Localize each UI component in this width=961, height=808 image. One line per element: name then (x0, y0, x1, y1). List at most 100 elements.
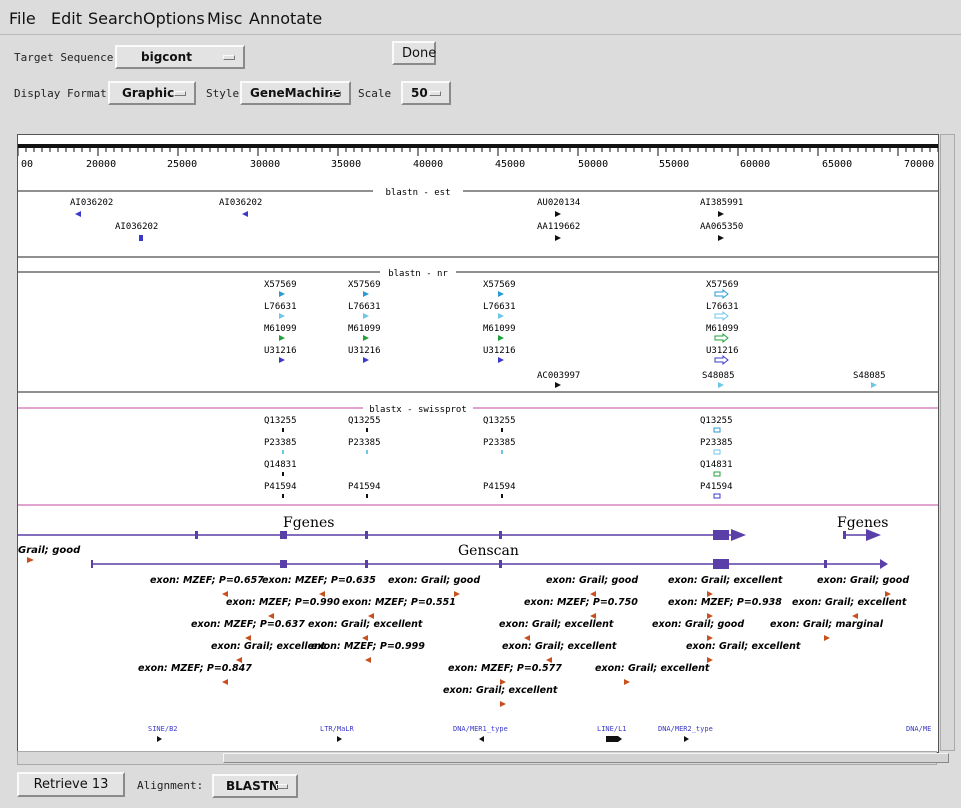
hit-label: Q14831 (700, 460, 733, 470)
hit-X57569[interactable]: X57569 (348, 280, 381, 297)
hit-Q13255[interactable]: Q13255 (483, 416, 516, 432)
exon-label: exon: Grail; excellent (502, 641, 617, 652)
scale-select[interactable]: 50 (401, 81, 451, 105)
exon-prediction[interactable]: exon: MZEF; P=0.999 (311, 641, 425, 663)
exon-prediction[interactable]: exon: MZEF; P=0.577 (448, 663, 562, 685)
hit-AI036202[interactable]: AI036202 (115, 222, 158, 241)
hit-Q13255[interactable]: Q13255 (348, 416, 381, 432)
genscan-gene[interactable] (91, 559, 888, 569)
style-select[interactable]: GeneMachine (240, 81, 351, 105)
hit-AA119662[interactable]: AA119662 (537, 222, 580, 241)
menu-misc[interactable]: Misc (207, 9, 242, 28)
hit-U31216[interactable]: U31216 (348, 346, 381, 363)
target-sequence-select[interactable]: bigcont (115, 45, 245, 69)
exon-prediction[interactable]: exon: Grail; excellent (211, 641, 326, 663)
hit-P41594[interactable]: P41594 (700, 482, 733, 499)
exon-prediction[interactable]: exon: Grail; excellent (443, 685, 558, 707)
exon-prediction[interactable]: exon: Grail; excellent (499, 619, 614, 641)
exon-prediction[interactable]: exon: Grail; good (817, 575, 909, 597)
hit-U31216[interactable]: U31216 (483, 346, 516, 363)
hit-M61099[interactable]: M61099 (264, 324, 297, 341)
repeat-dna-me[interactable]: DNA/ME (906, 725, 931, 733)
hit-X57569[interactable]: X57569 (706, 280, 739, 300)
done-button[interactable]: Done (392, 41, 436, 65)
exon-prediction[interactable]: exon: MZEF; P=0.635 (262, 575, 376, 597)
repeat-ltr-malr[interactable]: LTR/MaLR (320, 725, 355, 742)
hit-glyph (282, 450, 284, 454)
fgenes-gene-2[interactable] (843, 529, 881, 541)
hit-M61099[interactable]: M61099 (348, 324, 381, 341)
repeat-line-l1[interactable]: LINE/L1 (597, 725, 627, 742)
hit-L76631[interactable]: L76631 (483, 302, 516, 319)
hit-S48085[interactable]: S48085 (853, 371, 886, 388)
exon-prediction[interactable]: exon: Grail; good (652, 619, 744, 641)
repeat-dna-mer1[interactable]: DNA/MER1_type (453, 725, 508, 742)
hit-P41594[interactable]: P41594 (348, 482, 381, 498)
exon-prediction[interactable]: exon: MZEF; P=0.637 (191, 619, 305, 641)
menu-options[interactable]: Options (143, 9, 205, 28)
hit-L76631[interactable]: L76631 (706, 302, 739, 322)
repeat-sine-b2[interactable]: SINE/B2 (148, 725, 178, 742)
exon-prediction[interactable]: exon: MZEF; P=0.990 (226, 597, 340, 619)
retrieve-button[interactable]: Retrieve 13 (17, 772, 125, 797)
repeat-dna-mer2[interactable]: DNA/MER2_type (658, 725, 713, 742)
hit-P41594[interactable]: P41594 (264, 482, 297, 498)
exon-prediction[interactable]: exon: Grail; good (546, 575, 638, 597)
alignment-select[interactable]: BLASTN (212, 774, 298, 798)
exon-prediction[interactable]: exon: Grail; marginal (770, 619, 884, 641)
hit-M61099[interactable]: M61099 (706, 324, 739, 344)
hit-U31216[interactable]: U31216 (264, 346, 297, 363)
hit-glyph (282, 494, 284, 498)
hit-L76631[interactable]: L76631 (264, 302, 297, 319)
hit-P41594[interactable]: P41594 (483, 482, 516, 498)
horizontal-scrollbar-thumb[interactable] (223, 753, 949, 763)
exon-prediction[interactable]: exon: MZEF; P=0.551 (342, 597, 456, 619)
hit-L76631[interactable]: L76631 (348, 302, 381, 319)
sequence-graphic-canvas[interactable]: 00 20000 25000 30000 35000 40000 45000 5… (18, 135, 938, 752)
hit-P23385[interactable]: P23385 (264, 438, 297, 454)
menu-edit[interactable]: Edit (51, 9, 82, 28)
exon-prediction[interactable]: exon: Grail; excellent (595, 663, 710, 685)
display-format-select[interactable]: Graphic (108, 81, 196, 105)
grail-exon-marker[interactable] (27, 557, 34, 563)
exon-prediction[interactable]: exon: Grail; excellent (308, 619, 423, 641)
exon-prediction[interactable]: exon: Grail; excellent (686, 641, 801, 663)
fgenes-gene-1[interactable] (18, 529, 746, 541)
exon-label: exon: MZEF; P=0.635 (262, 575, 376, 586)
hit-P23385[interactable]: P23385 (348, 438, 381, 454)
hit-AI036202[interactable]: AI036202 (70, 198, 113, 217)
hit-Q14831[interactable]: Q14831 (264, 460, 297, 476)
hit-X57569[interactable]: X57569 (483, 280, 516, 297)
exon-prediction[interactable]: exon: MZEF; P=0.938 (668, 597, 782, 619)
exon-prediction[interactable]: exon: Grail; excellent (502, 641, 617, 663)
ruler: 00 20000 25000 30000 35000 40000 45000 5… (18, 144, 938, 170)
menu-search[interactable]: Search (88, 9, 143, 28)
hit-Q13255[interactable]: Q13255 (700, 416, 733, 433)
svg-text:AA065350: AA065350 (700, 222, 743, 232)
exon-prediction[interactable]: exon: MZEF; P=0.750 (524, 597, 638, 619)
hit-AI036202[interactable]: AI036202 (219, 198, 262, 217)
hit-AU020134[interactable]: AU020134 (537, 198, 580, 217)
hit-AI385991[interactable]: AI385991 (700, 198, 743, 217)
hit-P23385[interactable]: P23385 (700, 438, 733, 455)
hit-AA065350[interactable]: AA065350 (700, 222, 743, 241)
hit-S48085[interactable]: S48085 (702, 371, 735, 388)
hit-M61099[interactable]: M61099 (483, 324, 516, 341)
exon-prediction[interactable]: exon: Grail; excellent (668, 575, 783, 597)
hit-AC003997[interactable]: AC003997 (537, 371, 580, 388)
menu-annotate[interactable]: Annotate (249, 9, 322, 28)
exon-prediction[interactable]: exon: MZEF; P=0.847 (138, 663, 252, 685)
sequence-graphic-panel[interactable]: 00 20000 25000 30000 35000 40000 45000 5… (17, 134, 939, 753)
hit-U31216[interactable]: U31216 (706, 346, 739, 366)
hit-X57569[interactable]: X57569 (264, 280, 297, 297)
exon-prediction[interactable]: exon: Grail; good (388, 575, 480, 597)
exon-prediction[interactable]: exon: MZEF; P=0.657 (150, 575, 264, 597)
exon-prediction[interactable]: exon: Grail; excellent (792, 597, 907, 619)
hit-glyph (555, 382, 561, 388)
hit-Q14831[interactable]: Q14831 (700, 460, 733, 477)
vertical-scrollbar[interactable] (940, 134, 955, 751)
horizontal-scrollbar[interactable] (17, 751, 949, 765)
hit-Q13255[interactable]: Q13255 (264, 416, 297, 432)
menu-file[interactable]: File (9, 9, 36, 28)
hit-P23385[interactable]: P23385 (483, 438, 516, 454)
